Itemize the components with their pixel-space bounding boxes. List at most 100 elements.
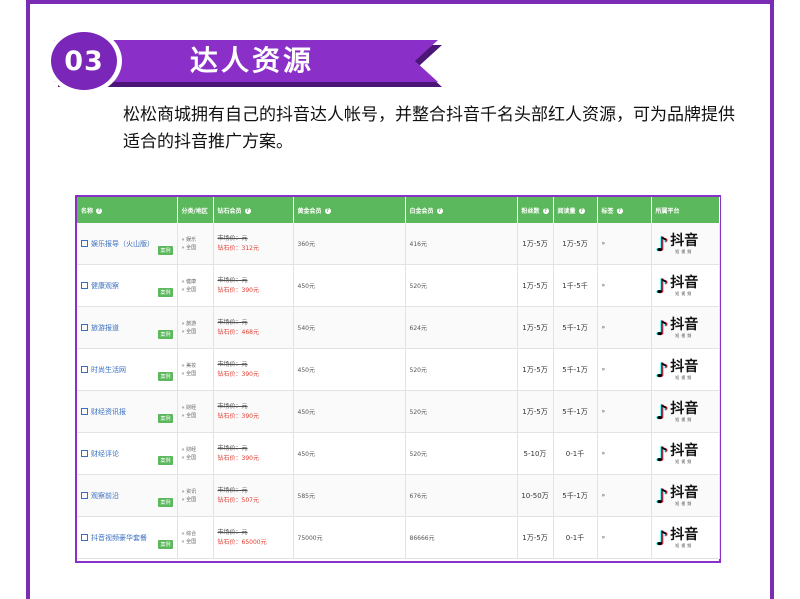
platform-name: 抖音 xyxy=(670,316,699,333)
category-cell: 综合全国 xyxy=(177,516,214,559)
account-name-link[interactable]: 财经评论 xyxy=(81,450,119,458)
expand-arrow-icon[interactable]: » xyxy=(602,450,606,457)
fans-cell: 5-10万 xyxy=(517,432,554,475)
tiktok-note-icon: ♪ xyxy=(655,525,669,550)
tiktok-note-icon: ♪ xyxy=(655,231,669,256)
market-price: 市场价：元 xyxy=(217,318,248,326)
douyin-logo: ♪ 抖音 短视频 xyxy=(655,315,719,340)
platform-subtitle: 短视频 xyxy=(675,542,694,548)
fans-cell: 10-50万 xyxy=(517,474,554,517)
platform-subtitle: 短视频 xyxy=(675,332,694,338)
account-name-link[interactable]: 时尚生活网 xyxy=(81,366,126,374)
account-name-link[interactable]: 财经资讯报 xyxy=(81,408,126,416)
platinum-price-cell: 520元 xyxy=(405,348,518,391)
gold-price-cell: 360元 xyxy=(293,223,406,265)
platinum-price-cell: 676元 xyxy=(405,474,518,517)
gold-price-cell: 450元 xyxy=(293,390,406,433)
info-icon: ? xyxy=(244,208,251,214)
col-header-reads: 阅读量? xyxy=(553,197,598,223)
platform-subtitle: 短视频 xyxy=(675,248,694,254)
info-icon: ? xyxy=(542,208,549,214)
account-cell: 健康观察案例 xyxy=(77,264,178,307)
category-cell: 旅游全国 xyxy=(177,306,214,349)
region-label: 全国 xyxy=(182,244,213,252)
gold-price-cell: 450元 xyxy=(293,264,406,307)
table-body: 娱乐报导（火山版）案例娱乐全国市场价：元钻石价：312元360元416元1万-5… xyxy=(77,223,720,559)
gold-price-cell: 450元 xyxy=(293,348,406,391)
account-cell: 观察前沿案例 xyxy=(77,474,178,517)
case-button[interactable]: 案例 xyxy=(158,288,173,297)
reads-cell: 5千-1万 xyxy=(553,348,598,391)
table-row: 抖音视频豪华套餐案例综合全国市场价：元钻石价：65000元75000元86666… xyxy=(77,516,720,559)
douyin-logo: ♪ 抖音 短视频 xyxy=(655,231,719,256)
diamond-price: 钻石价：390元 xyxy=(217,454,259,462)
platform-cell: ♪ 抖音 短视频 xyxy=(651,264,720,307)
account-cell: 财经资讯报案例 xyxy=(77,390,178,433)
tiktok-note-icon: ♪ xyxy=(655,399,669,424)
more-cell: » xyxy=(597,223,652,265)
table-header-row: 名称? 分类/地区 钻石会员? 黄金会员? 白金会员? 粉丝数? 阅读量? 标签… xyxy=(77,197,720,223)
section-title: 达人资源 xyxy=(190,44,315,77)
diamond-price-cell: 市场价：元 钻石价：65000元 xyxy=(213,516,294,559)
fans-cell: 1万-5万 xyxy=(517,516,554,559)
reads-cell: 1千-5千 xyxy=(553,264,598,307)
platform-cell: ♪ 抖音 短视频 xyxy=(651,348,720,391)
frame-top-border xyxy=(26,0,774,4)
expand-arrow-icon[interactable]: » xyxy=(602,366,606,373)
region-label: 全国 xyxy=(182,328,213,336)
table-row: 时尚生活网案例美妆全国市场价：元钻石价：390元450元520元1万-5万5千-… xyxy=(77,348,720,391)
expand-arrow-icon[interactable]: » xyxy=(602,282,606,289)
account-name-link[interactable]: 观察前沿 xyxy=(81,492,119,500)
category-cell: 财经全国 xyxy=(177,432,214,475)
gold-price-cell: 585元 xyxy=(293,474,406,517)
region-label: 全国 xyxy=(182,496,213,504)
tiktok-note-icon: ♪ xyxy=(655,315,669,340)
case-button[interactable]: 案例 xyxy=(158,540,173,549)
reads-cell: 0-1千 xyxy=(553,432,598,475)
douyin-logo: ♪ 抖音 短视频 xyxy=(656,485,719,506)
expand-arrow-icon[interactable]: » xyxy=(602,534,606,541)
expand-arrow-icon[interactable]: » xyxy=(602,240,606,247)
case-button[interactable]: 案例 xyxy=(158,372,173,381)
account-cell: 旅游报道案例 xyxy=(77,306,178,349)
diamond-price: 钻石价：507元 xyxy=(217,496,259,504)
region-label: 全国 xyxy=(182,286,213,294)
info-icon: ? xyxy=(324,208,331,214)
account-name-link[interactable]: 旅游报道 xyxy=(81,324,119,332)
category-label: 旅游 xyxy=(182,320,213,328)
diamond-price-cell: 市场价：元 钻石价：390元 xyxy=(213,348,294,391)
account-cell: 娱乐报导（火山版） 案例 xyxy=(77,223,178,265)
col-header-platform: 所属平台 xyxy=(651,197,720,223)
expand-arrow-icon[interactable]: » xyxy=(602,492,606,499)
category-cell: 美妆全国 xyxy=(177,348,214,391)
account-name-link[interactable]: 健康观察 xyxy=(81,282,119,290)
market-price: 市场价：元 xyxy=(217,360,248,368)
platform-name: 抖音 xyxy=(670,274,699,291)
case-button[interactable]: 案例 xyxy=(158,498,173,507)
market-price: 市场价：元 xyxy=(217,444,248,452)
case-button[interactable]: 案例 xyxy=(158,330,173,339)
category-label: 财经 xyxy=(182,446,213,454)
diamond-price: 钻石价：65000元 xyxy=(217,538,267,546)
account-name-link[interactable]: 娱乐报导（火山版） xyxy=(81,240,154,248)
col-header-platinum: 白金会员? xyxy=(405,197,518,223)
info-icon: ? xyxy=(616,208,623,214)
case-button[interactable]: 案例 xyxy=(158,414,173,423)
category-label: 娱乐 xyxy=(182,236,213,244)
platform-subtitle: 短视频 xyxy=(675,290,694,296)
table-row: 财经评论案例财经全国市场价：元钻石价：390元450元520元5-10万0-1千… xyxy=(77,432,720,475)
diamond-price: 钻石价：390元 xyxy=(217,412,259,420)
expand-arrow-icon[interactable]: » xyxy=(602,324,606,331)
diamond-price-cell: 市场价：元 钻石价：390元 xyxy=(213,390,294,433)
diamond-price: 钻石价：390元 xyxy=(217,286,259,294)
table-row: 健康观察案例健康全国市场价：元钻石价：390元450元520元1万-5万1千-5… xyxy=(77,264,720,307)
account-cell: 财经评论案例 xyxy=(77,432,178,475)
account-name-link[interactable]: 抖音视频豪华套餐 xyxy=(81,534,147,542)
expand-arrow-icon[interactable]: » xyxy=(602,408,606,415)
region-label: 全国 xyxy=(182,412,213,420)
case-button[interactable]: 案例 xyxy=(158,246,173,255)
table-row: 观察前沿案例资讯全国市场价：元钻石价：507元585元676元10-50万5千-… xyxy=(77,474,720,517)
case-button[interactable]: 案例 xyxy=(158,456,173,465)
more-cell: » xyxy=(597,390,652,433)
platform-name: 抖音 xyxy=(670,358,699,375)
